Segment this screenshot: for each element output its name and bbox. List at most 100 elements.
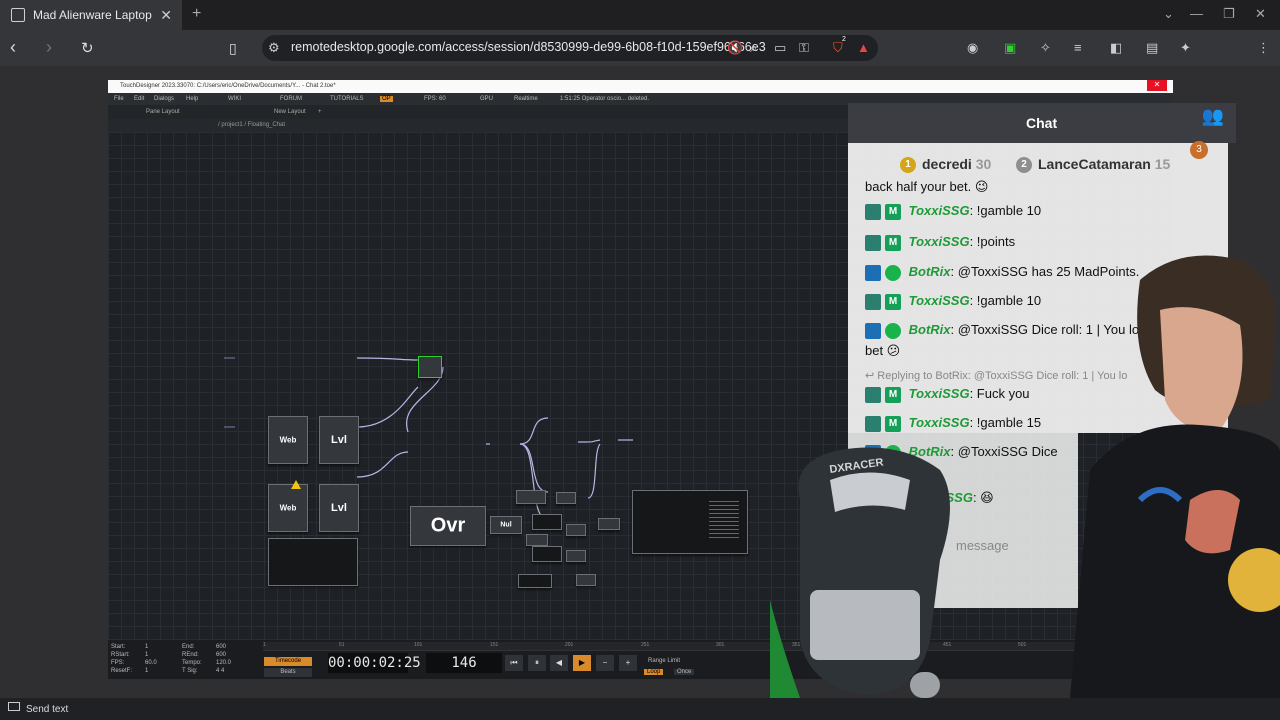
password-key-icon[interactable]: ⚿ <box>799 40 809 56</box>
wire-lvl2-null <box>356 386 419 428</box>
td-menu-edit[interactable]: Edit <box>134 96 144 102</box>
site-info-icon[interactable]: ⚙ <box>268 40 280 56</box>
td-network-path[interactable]: / project1 / Floating_Chat <box>218 122 285 128</box>
td-menu-file[interactable]: File <box>114 96 124 102</box>
wallet-icon[interactable]: ▤ <box>1146 40 1158 56</box>
loop-button[interactable]: Loop <box>644 669 664 675</box>
extension-icon-2[interactable]: ▣ <box>1004 40 1016 56</box>
small-op-1[interactable] <box>516 490 546 504</box>
chat-title: Chat <box>1026 115 1058 131</box>
timeline-ruler[interactable]: 1 51 101 151 201 251 301 351 401 451 501 <box>263 642 1168 651</box>
small-op-7[interactable] <box>566 550 586 562</box>
extension-icon-1[interactable]: ◉ <box>967 40 978 56</box>
keyboard-icon[interactable] <box>8 702 20 711</box>
null-op[interactable]: Nul <box>490 516 522 534</box>
back-icon[interactable]: ‹ <box>10 37 16 58</box>
small-op-2[interactable] <box>556 492 576 504</box>
small-op-6[interactable] <box>532 546 562 562</box>
output-preview <box>709 501 739 541</box>
output-top-op[interactable] <box>632 490 748 554</box>
td-close-icon[interactable]: ✕ <box>1147 80 1167 91</box>
sub-badge-icon <box>865 386 881 403</box>
chat-message: M ToxxiSSG: !points <box>865 234 1015 251</box>
play-icon[interactable]: ▶ <box>573 655 591 671</box>
over-op[interactable]: Ovr <box>410 506 486 546</box>
null-op-selected[interactable] <box>418 356 442 378</box>
moderator-badge-icon: M <box>885 415 901 432</box>
zoom-icon[interactable]: ⌕ <box>750 40 757 56</box>
small-op-3[interactable] <box>532 514 562 530</box>
side-panel-icon[interactable]: ◧ <box>1110 40 1122 56</box>
close-tab-icon[interactable]: ✕ <box>160 7 172 24</box>
step-forward-icon[interactable]: + <box>619 655 637 671</box>
td-add-layout-icon[interactable]: + <box>318 109 322 115</box>
td-pane-layout[interactable]: Pane Layout <box>146 109 180 115</box>
rewind-icon[interactable]: ⏮ <box>505 655 523 671</box>
beats-mode-button[interactable]: Beats <box>264 668 312 677</box>
once-button[interactable]: Once <box>674 669 695 675</box>
menu-icon[interactable]: ⋮ <box>1257 40 1270 56</box>
mute-icon[interactable]: 🔇 <box>727 40 743 56</box>
wire-3 <box>519 443 549 521</box>
url-text[interactable]: remotedesktop.google.com/access/session/… <box>291 40 766 54</box>
timecode-mode-button[interactable]: Timecode <box>264 657 312 666</box>
pause-icon[interactable]: ⏸ <box>528 655 546 671</box>
verified-badge-icon <box>885 264 901 281</box>
small-op-9[interactable] <box>576 574 596 586</box>
web-render-op-1[interactable]: Web <box>268 416 308 464</box>
td-tutorials-button[interactable]: TUTORIALS <box>330 96 364 102</box>
moderator-badge-icon: M <box>885 386 901 403</box>
reload-icon[interactable]: ↻ <box>81 39 94 57</box>
extensions-puzzle-icon[interactable]: ✧ <box>1040 40 1051 56</box>
tab-bar: Mad Alienware Laptop ✕ + ⌄ — ❐ ✕ <box>0 0 1280 30</box>
td-forum-button[interactable]: FORUM <box>280 96 302 102</box>
wire-1 <box>519 417 549 445</box>
td-new-layout[interactable]: New Layout <box>274 109 306 115</box>
top-user-2[interactable]: 2 LanceCatamaran 15 <box>1016 156 1170 174</box>
minimize-icon[interactable]: — <box>1190 6 1203 21</box>
top-user-1[interactable]: 1 decredi 30 <box>900 156 991 174</box>
td-menu-help[interactable]: Help <box>186 96 198 102</box>
small-op-8[interactable] <box>518 574 552 588</box>
level-op-2[interactable]: Lvl <box>319 484 359 532</box>
chat-message: M ToxxiSSG: Fuck you <box>865 386 1030 403</box>
td-timeline: Start: RStart: FPS: ResetF: 1 1 60.0 1 E… <box>108 640 1173 679</box>
wire-4 <box>577 439 601 443</box>
warning-icon <box>291 480 301 489</box>
leo-ai-icon[interactable]: ✦ <box>1180 40 1191 56</box>
td-menu-dialogs[interactable]: Dialogs <box>154 96 174 102</box>
cast-icon[interactable]: ▭ <box>774 40 786 56</box>
web-render-op-2[interactable]: Web <box>268 484 308 532</box>
brave-shield-count: 2 <box>842 36 846 43</box>
play-reverse-icon[interactable]: ◀ <box>550 655 568 671</box>
browser-tab[interactable]: Mad Alienware Laptop ✕ <box>0 0 182 30</box>
small-op-4[interactable] <box>566 524 586 536</box>
community-icon[interactable]: 👥 <box>1196 99 1230 133</box>
canvas-top-op[interactable] <box>268 538 358 586</box>
sub-badge-icon <box>865 415 881 432</box>
chat-message: M ToxxiSSG: !gamble 15 <box>865 415 1041 432</box>
send-text-button[interactable]: Send text <box>26 704 68 715</box>
frame-display[interactable]: 146 <box>426 653 502 673</box>
restore-icon[interactable]: ❐ <box>1223 6 1235 22</box>
sub-badge-icon <box>865 234 881 251</box>
moderator-badge-icon: M <box>885 234 901 251</box>
small-op-5[interactable] <box>526 534 548 546</box>
td-realtime-toggle[interactable]: Realtime <box>514 96 538 102</box>
media-playlist-icon[interactable]: ≡ <box>1074 40 1082 55</box>
level-op-1[interactable]: Lvl <box>319 416 359 464</box>
step-back-icon[interactable]: − <box>596 655 614 671</box>
td-wiki-button[interactable]: WIKI <box>228 96 241 102</box>
td-gpu: GPU <box>480 96 494 102</box>
chat-message: back half your bet. 😉 <box>865 179 989 194</box>
bookmark-icon[interactable]: ▯ <box>229 40 237 57</box>
new-tab-button[interactable]: + <box>192 5 201 23</box>
timecode-display[interactable]: 00:00:02:25 <box>328 653 421 673</box>
close-window-icon[interactable]: ✕ <box>1255 6 1266 22</box>
small-op-10[interactable] <box>598 518 620 530</box>
brave-rewards-icon[interactable]: ▲ <box>857 40 870 55</box>
td-op-button[interactable]: OP <box>380 96 393 102</box>
tab-search-icon[interactable]: ⌄ <box>1163 6 1174 22</box>
bot-badge-icon <box>865 264 881 281</box>
forward-icon[interactable]: › <box>46 37 52 58</box>
